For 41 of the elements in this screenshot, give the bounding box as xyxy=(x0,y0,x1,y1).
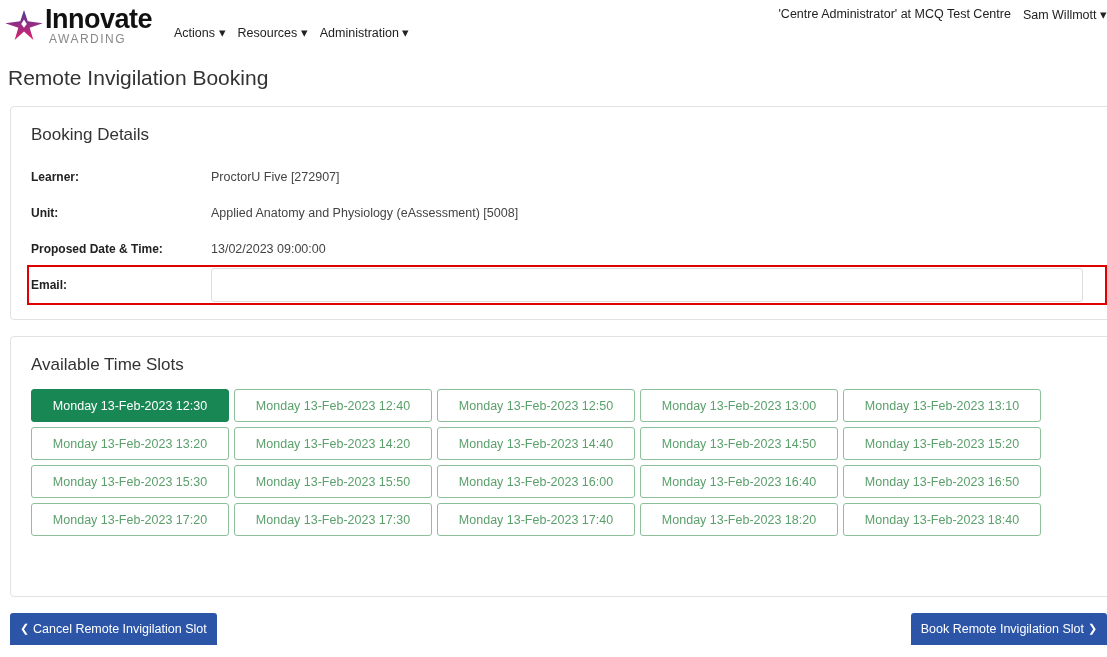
time-slot-button[interactable]: Monday 13-Feb-2023 13:00 xyxy=(640,389,838,422)
time-slot-button[interactable]: Monday 13-Feb-2023 16:50 xyxy=(843,465,1041,498)
nav-menu[interactable]: Resources ▾ xyxy=(237,24,308,40)
time-slot-button[interactable]: Monday 13-Feb-2023 17:30 xyxy=(234,503,432,536)
time-slot-button[interactable]: Monday 13-Feb-2023 13:10 xyxy=(843,389,1041,422)
card-heading: Booking Details xyxy=(31,125,151,145)
time-slot-button[interactable]: Monday 13-Feb-2023 14:40 xyxy=(437,427,635,460)
time-slot-button[interactable]: Monday 13-Feb-2023 18:40 xyxy=(843,503,1041,536)
field-label: Unit: xyxy=(31,206,60,220)
time-slot-button[interactable]: Monday 13-Feb-2023 15:30 xyxy=(31,465,229,498)
time-slot-button[interactable]: Monday 13-Feb-2023 17:40 xyxy=(437,503,635,536)
nav-menu[interactable]: Actions ▾ xyxy=(174,24,226,40)
time-slot-button[interactable]: Monday 13-Feb-2023 13:20 xyxy=(31,427,229,460)
field-label: Proposed Date & Time: xyxy=(31,242,164,256)
nav-menu[interactable]: Administration ▾ xyxy=(319,24,410,40)
time-slot-button[interactable]: Monday 13-Feb-2023 14:50 xyxy=(640,427,838,460)
time-slot-button[interactable]: Monday 13-Feb-2023 12:30 xyxy=(31,389,229,422)
logo-tagline: AWARDING xyxy=(49,32,128,45)
page-title: Remote Invigilation Booking xyxy=(8,66,270,90)
field-label: Email: xyxy=(31,278,68,292)
user-role: 'Centre Administrator' at MCQ Test Centre xyxy=(778,7,1011,21)
field-value: 13/02/2023 09:00:00 xyxy=(211,242,326,256)
email-field[interactable] xyxy=(211,268,1083,302)
book-button[interactable]: Book Remote Invigilation Slot ❯ xyxy=(910,613,1107,645)
time-slot-button[interactable]: Monday 13-Feb-2023 16:00 xyxy=(437,465,635,498)
user-menu[interactable]: Sam Willmott ▾ xyxy=(1022,6,1107,22)
card-heading: Available Time Slots xyxy=(31,355,185,375)
time-slot-button[interactable]: Monday 13-Feb-2023 18:20 xyxy=(640,503,838,536)
time-slot-button[interactable]: Monday 13-Feb-2023 12:40 xyxy=(234,389,432,422)
field-label: Learner: xyxy=(31,170,81,184)
time-slot-button[interactable]: Monday 13-Feb-2023 14:20 xyxy=(234,427,432,460)
field-value: ProctorU Five [272907] xyxy=(211,170,340,184)
logo-name: Innovate xyxy=(45,5,153,33)
cancel-button[interactable]: ❮ Cancel Remote Invigilation Slot xyxy=(10,613,217,645)
time-slot-button[interactable]: Monday 13-Feb-2023 15:20 xyxy=(843,427,1041,460)
logo-icon xyxy=(5,10,43,40)
time-slot-button[interactable]: Monday 13-Feb-2023 15:50 xyxy=(234,465,432,498)
time-slot-button[interactable]: Monday 13-Feb-2023 17:20 xyxy=(31,503,229,536)
field-value: Applied Anatomy and Physiology (eAssessment) [5008] xyxy=(211,206,519,220)
time-slot-button[interactable]: Monday 13-Feb-2023 16:40 xyxy=(640,465,838,498)
time-slot-button[interactable]: Monday 13-Feb-2023 12:50 xyxy=(437,389,635,422)
